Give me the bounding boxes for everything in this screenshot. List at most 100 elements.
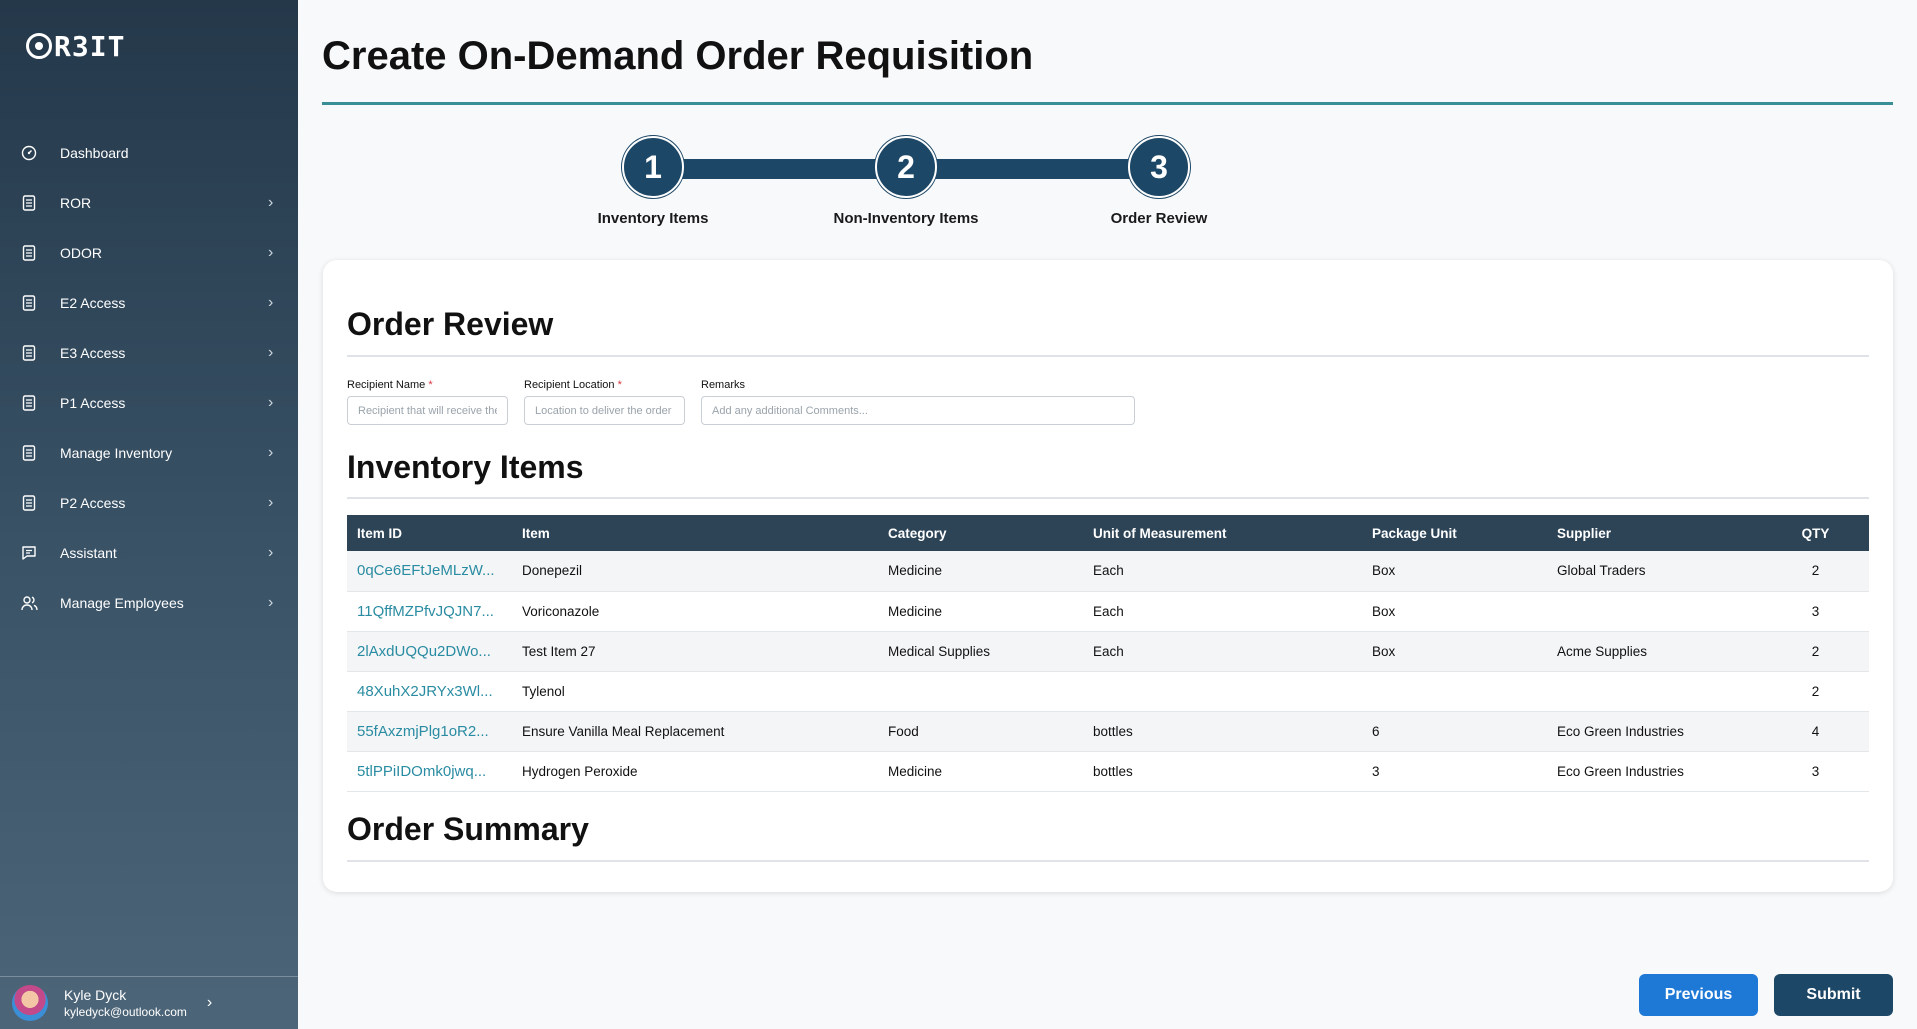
table-cell: Food <box>878 711 1083 752</box>
sidebar-item-label: Dashboard <box>60 145 129 161</box>
item-id-link[interactable]: 5tlPPiIDOmk0jwq... <box>347 751 512 792</box>
chevron-right-icon: › <box>268 344 274 361</box>
document-icon <box>20 494 38 512</box>
chevron-right-icon: › <box>268 494 274 511</box>
sidebar-item-p1-access[interactable]: P1 Access › <box>0 378 298 428</box>
table-row[interactable]: 48XuhX2JRYx3Wl... Tylenol 2 <box>347 671 1869 712</box>
sidebar-item-label: ROR <box>60 195 92 211</box>
table-cell: 6 <box>1362 711 1547 752</box>
previous-button[interactable]: Previous <box>1639 974 1758 1016</box>
required-mark: * <box>617 379 622 391</box>
order-review-heading: Order Review <box>347 306 554 342</box>
step-number: 1 <box>622 136 684 198</box>
page-title: Create On-Demand Order Requisition <box>322 34 1034 78</box>
step-label: Inventory Items <box>597 210 709 227</box>
table-cell: Medical Supplies <box>878 631 1083 672</box>
table-row[interactable]: 55fAxzmjPlg1oR2... Ensure Vanilla Meal Re… <box>347 711 1869 752</box>
table-cell: Voriconazole <box>512 591 878 632</box>
user-profile[interactable]: Kyle Dyck kyledyck@outlook.com › <box>0 976 298 1029</box>
column-header[interactable]: Category <box>878 515 1083 551</box>
orbit-logo[interactable]: R3IT <box>26 29 126 63</box>
sidebar-item-e3-access[interactable]: E3 Access › <box>0 328 298 378</box>
recipient-location-input[interactable] <box>524 396 685 425</box>
sidebar-item-label: Manage Inventory <box>60 445 173 461</box>
recipient-name-input[interactable] <box>347 396 508 425</box>
sidebar-item-label: ODOR <box>60 245 102 261</box>
column-header[interactable]: Package Unit <box>1362 515 1547 551</box>
user-info: Kyle Dyck kyledyck@outlook.com <box>64 987 187 1019</box>
sidebar-item-ror[interactable]: ROR › <box>0 178 298 228</box>
table-cell: 2 <box>1762 671 1869 712</box>
table-cell: bottles <box>1083 751 1362 792</box>
chevron-right-icon: › <box>268 294 274 311</box>
order-summary-heading: Order Summary <box>347 811 589 847</box>
item-id-link[interactable]: 11QffMZPfvJQJN7... <box>347 591 512 632</box>
remarks-label: Remarks <box>701 379 746 391</box>
logo-text: R3IT <box>54 29 126 63</box>
table-body: 0qCe6EFtJeMLzW... Donepezil Medicine Each Bo… <box>347 551 1869 792</box>
table-cell: Global Traders <box>1547 551 1762 592</box>
table-cell: Tylenol <box>512 671 878 712</box>
chevron-right-icon: › <box>268 544 274 561</box>
chevron-right-icon: › <box>268 594 274 611</box>
table-cell: Medicine <box>878 551 1083 592</box>
section-divider <box>347 860 1869 862</box>
sidebar-item-manage-employees[interactable]: Manage Employees › <box>0 578 298 628</box>
table-cell: Eco Green Industries <box>1547 751 1762 792</box>
table-row[interactable]: 5tlPPiIDOmk0jwq... Hydrogen Peroxide Medic… <box>347 751 1869 792</box>
table-cell: bottles <box>1083 711 1362 752</box>
dashboard-icon <box>20 144 38 162</box>
sidebar-item-assistant[interactable]: Assistant › <box>0 528 298 578</box>
sidebar-item-label: Assistant <box>60 545 117 561</box>
sidebar: R3IT Dashboard ROR › ODOR › E2 Access › E3 Acce… <box>0 0 298 1029</box>
main-content: Create On-Demand Order Requisition 1 Inv… <box>298 0 1917 1029</box>
table-cell: Box <box>1362 631 1547 672</box>
sidebar-item-odor[interactable]: ODOR › <box>0 228 298 278</box>
chevron-right-icon: › <box>206 994 213 1011</box>
chat-icon <box>20 544 38 562</box>
sidebar-item-label: P1 Access <box>60 395 126 411</box>
submit-button[interactable]: Submit <box>1774 974 1893 1016</box>
table-cell: 2 <box>1762 631 1869 672</box>
item-id-link[interactable]: 2lAxdUQQu2DWo... <box>347 631 512 672</box>
table-cell: Box <box>1362 591 1547 632</box>
item-id-link[interactable]: 55fAxzmjPlg1oR2... <box>347 711 512 752</box>
step-label: Non-Inventory Items <box>833 210 979 227</box>
sidebar-item-e2-access[interactable]: E2 Access › <box>0 278 298 328</box>
table-cell: Medicine <box>878 751 1083 792</box>
column-header[interactable]: Supplier <box>1547 515 1762 551</box>
item-id-link[interactable]: 0qCe6EFtJeMLzW... <box>347 551 512 592</box>
document-icon <box>20 394 38 412</box>
table-row[interactable]: 2lAxdUQQu2DWo... Test Item 27 Medical Supp… <box>347 631 1869 672</box>
sidebar-item-dashboard[interactable]: Dashboard <box>0 128 298 178</box>
sidebar-item-p2-access[interactable]: P2 Access › <box>0 478 298 528</box>
column-header[interactable]: Unit of Measurement <box>1083 515 1362 551</box>
table-cell: Each <box>1083 551 1362 592</box>
table-cell: Acme Supplies <box>1547 631 1762 672</box>
column-header[interactable]: QTY <box>1762 515 1869 551</box>
step-3[interactable]: 3 Order Review <box>1059 136 1259 227</box>
chevron-right-icon: › <box>268 394 274 411</box>
table-cell: 2 <box>1762 551 1869 592</box>
table-row[interactable]: 0qCe6EFtJeMLzW... Donepezil Medicine Each Bo… <box>347 551 1869 592</box>
column-header[interactable]: Item ID <box>347 515 512 551</box>
table-cell: 4 <box>1762 711 1869 752</box>
table-cell: Box <box>1362 551 1547 592</box>
step-label: Order Review <box>1110 210 1208 227</box>
remarks-input[interactable] <box>701 396 1135 425</box>
table-cell: Donepezil <box>512 551 878 592</box>
table-cell: 3 <box>1762 591 1869 632</box>
step-2[interactable]: 2 Non-Inventory Items <box>806 136 1006 227</box>
inventory-items-heading: Inventory Items <box>347 449 584 485</box>
sidebar-item-manage-inventory[interactable]: Manage Inventory › <box>0 428 298 478</box>
required-mark: * <box>428 379 433 391</box>
step-1[interactable]: 1 Inventory Items <box>553 136 753 227</box>
item-id-link[interactable]: 48XuhX2JRYx3Wl... <box>347 671 512 712</box>
column-header[interactable]: Item <box>512 515 878 551</box>
table-cell: Each <box>1083 631 1362 672</box>
table-row[interactable]: 11QffMZPfvJQJN7... Voriconazole Medicine Ea… <box>347 591 1869 632</box>
table-cell: Eco Green Industries <box>1547 711 1762 752</box>
sidebar-item-label: E3 Access <box>60 345 126 361</box>
table-cell: 3 <box>1362 751 1547 792</box>
sidebar-item-label: Manage Employees <box>60 595 184 611</box>
